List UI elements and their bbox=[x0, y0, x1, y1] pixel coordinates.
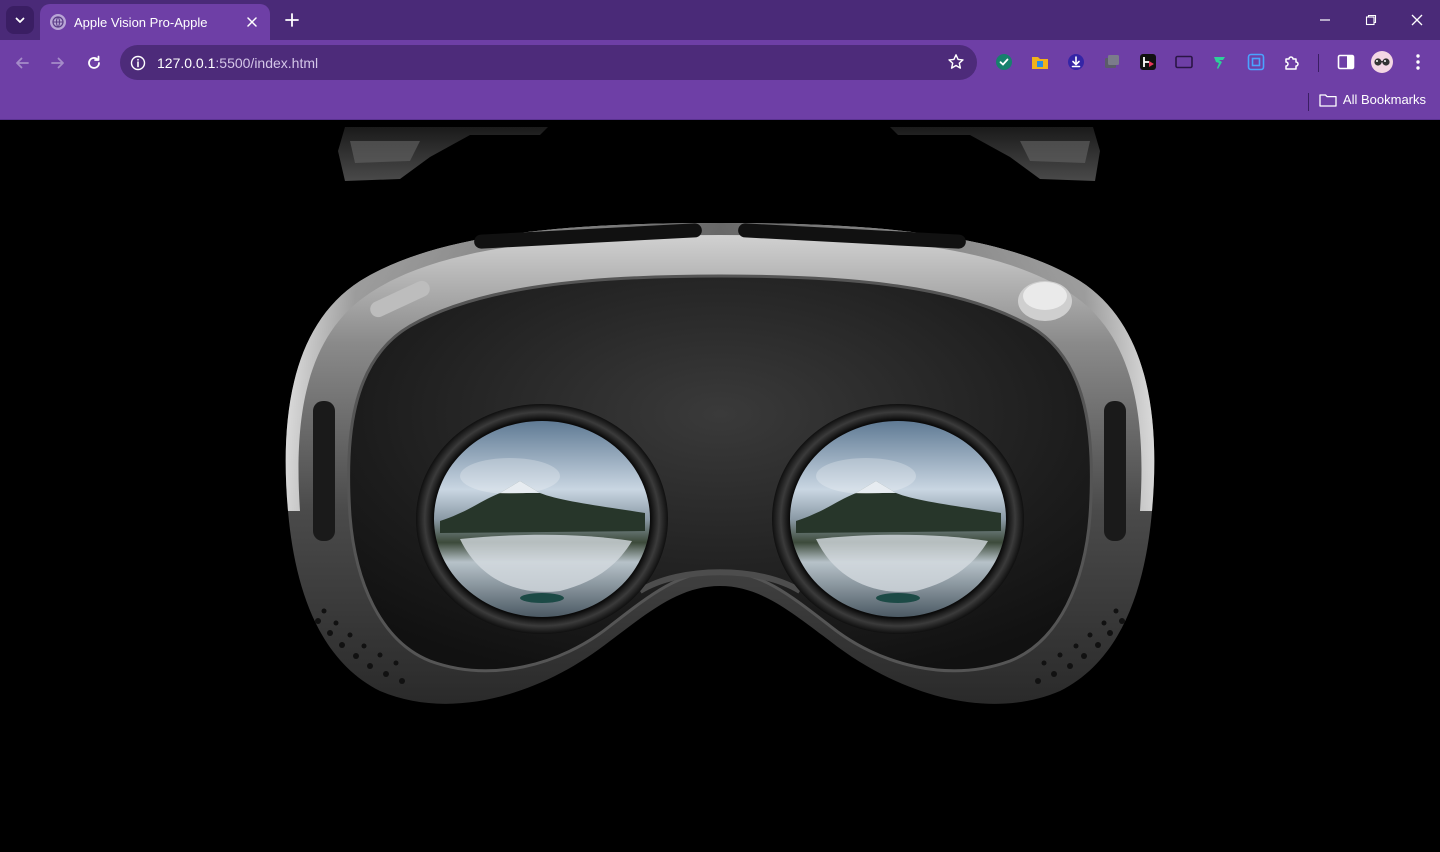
arrow-right-icon bbox=[51, 57, 64, 69]
site-info-icon[interactable] bbox=[130, 55, 146, 71]
new-tab-button[interactable] bbox=[280, 8, 304, 32]
puzzle-icon[interactable] bbox=[1282, 52, 1302, 72]
side-panel-icon[interactable] bbox=[1336, 52, 1356, 72]
all-bookmarks-button[interactable]: All Bookmarks bbox=[1319, 92, 1426, 107]
minimize-button[interactable] bbox=[1310, 6, 1340, 34]
tab-title: Apple Vision Pro-Apple bbox=[74, 14, 208, 30]
globe-icon bbox=[50, 14, 66, 30]
page-viewport bbox=[0, 121, 1440, 852]
strap-clip-left bbox=[338, 127, 548, 181]
minimize-icon bbox=[1320, 19, 1330, 21]
capture-extension-icon[interactable] bbox=[1246, 52, 1266, 72]
bookmark-star-icon[interactable] bbox=[947, 53, 965, 71]
browser-toolbar: 127.0.0.1:5500/index.html bbox=[0, 40, 1440, 85]
right-lens bbox=[772, 404, 1024, 634]
headset-image bbox=[285, 127, 1155, 704]
side-slot-right bbox=[1104, 401, 1126, 541]
reload-button[interactable] bbox=[79, 48, 109, 78]
address-bar[interactable]: 127.0.0.1:5500/index.html bbox=[120, 45, 977, 80]
url-text: 127.0.0.1:5500/index.html bbox=[157, 55, 318, 71]
window-extension-icon[interactable] bbox=[1174, 52, 1194, 72]
arrow-left-icon bbox=[16, 57, 29, 69]
profile-avatar[interactable] bbox=[1371, 51, 1393, 73]
close-icon bbox=[1411, 14, 1423, 26]
close-window-button[interactable] bbox=[1402, 6, 1432, 34]
restore-button[interactable] bbox=[1356, 6, 1386, 34]
tab-close-icon[interactable] bbox=[244, 14, 260, 30]
restore-icon bbox=[1365, 14, 1377, 26]
left-lens bbox=[416, 404, 668, 634]
shield-extension-icon[interactable] bbox=[994, 52, 1014, 72]
bookmarks-divider bbox=[1308, 93, 1309, 111]
runner-extension-icon[interactable] bbox=[1210, 52, 1230, 72]
plus-icon bbox=[285, 13, 299, 27]
folder-extension-icon[interactable] bbox=[1030, 52, 1050, 72]
back-button[interactable] bbox=[7, 48, 37, 78]
tab-strip: Apple Vision Pro-Apple bbox=[0, 0, 1440, 40]
toolbar-divider bbox=[1318, 54, 1319, 72]
tab-search-button[interactable] bbox=[6, 6, 34, 34]
side-slot-left bbox=[313, 401, 335, 541]
url-path: :5500/index.html bbox=[215, 54, 319, 71]
forward-button[interactable] bbox=[43, 48, 73, 78]
strap-clip-right bbox=[890, 127, 1100, 181]
digital-crown bbox=[1018, 281, 1072, 321]
media-extension-icon[interactable] bbox=[1138, 52, 1158, 72]
chevron-down-icon bbox=[15, 17, 25, 23]
bookmarks-bar: All Bookmarks bbox=[0, 85, 1440, 120]
url-host: 127.0.0.1 bbox=[157, 54, 216, 71]
active-tab[interactable]: Apple Vision Pro-Apple bbox=[40, 4, 270, 40]
stack-extension-icon[interactable] bbox=[1102, 52, 1122, 72]
folder-icon bbox=[1319, 93, 1337, 107]
all-bookmarks-label: All Bookmarks bbox=[1342, 92, 1426, 107]
reload-icon bbox=[88, 55, 100, 69]
kebab-menu-icon[interactable] bbox=[1408, 52, 1428, 72]
download-extension-icon[interactable] bbox=[1066, 52, 1086, 72]
